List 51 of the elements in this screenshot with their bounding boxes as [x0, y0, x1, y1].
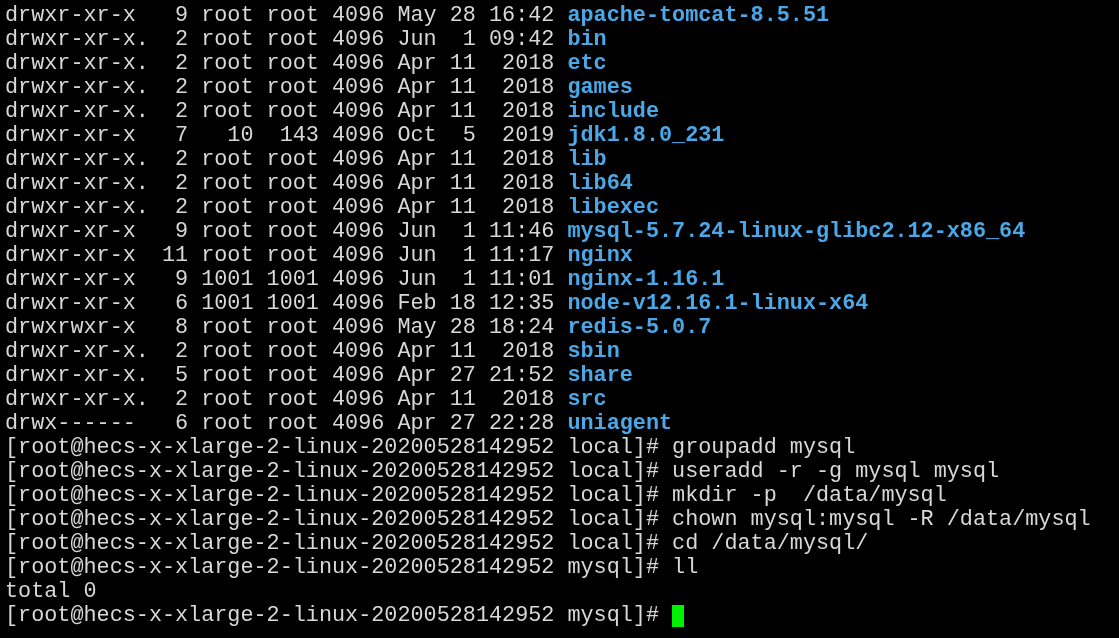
file-attributes: drwxr-xr-x. 2 root root 4096 Apr 11 2018	[5, 76, 555, 100]
file-attributes: drwxr-xr-x. 2 root root 4096 Apr 11 2018	[5, 388, 555, 412]
file-attributes: drwxr-xr-x. 2 root root 4096 Apr 11 2018	[5, 340, 555, 364]
directory-name: apache-tomcat-8.5.51	[567, 4, 830, 28]
directory-name: include	[567, 100, 659, 124]
file-attributes: drwxr-xr-x 11 root root 4096 Jun 1 11:17	[5, 244, 555, 268]
directory-name: uniagent	[567, 412, 673, 436]
directory-name: libexec	[567, 196, 659, 220]
directory-name: lib	[567, 148, 607, 172]
file-attributes: drwxr-xr-x. 2 root root 4096 Apr 11 2018	[5, 148, 555, 172]
file-attributes: drwxr-xr-x 9 1001 1001 4096 Jun 1 11:01	[5, 268, 555, 292]
directory-name: jdk1.8.0_231	[567, 124, 725, 148]
file-attributes: drwxr-xr-x 9 root root 4096 May 28 16:42	[5, 4, 555, 28]
file-attributes: drwxr-xr-x 9 root root 4096 Jun 1 11:46	[5, 220, 555, 244]
shell-prompt: [root@hecs-x-xlarge-2-linux-20200528142952 local]#	[5, 460, 659, 484]
command-text: ll	[672, 556, 699, 580]
directory-name: share	[567, 364, 633, 388]
file-attributes: drwxr-xr-x 7 10 143 4096 Oct 5 2019	[5, 124, 555, 148]
directory-name: nginx-1.16.1	[567, 268, 725, 292]
shell-prompt: [root@hecs-x-xlarge-2-linux-20200528142952 mysql]#	[5, 556, 659, 580]
file-attributes: drwxrwxr-x 8 root root 4096 May 28 18:24	[5, 316, 555, 340]
shell-prompt: [root@hecs-x-xlarge-2-linux-20200528142952 local]#	[5, 436, 659, 460]
file-attributes: drwxr-xr-x. 2 root root 4096 Apr 11 2018	[5, 196, 555, 220]
directory-name: etc	[567, 52, 607, 76]
directory-name: games	[567, 76, 633, 100]
directory-name: lib64	[567, 172, 633, 196]
command-text: groupadd mysql	[672, 436, 856, 460]
file-attributes: drwxr-xr-x 6 1001 1001 4096 Feb 18 12:35	[5, 292, 555, 316]
command-text: useradd -r -g mysql mysql	[672, 460, 1000, 484]
directory-name: sbin	[567, 340, 620, 364]
directory-name: mysql-5.7.24-linux-glibc2.12-x86_64	[567, 220, 1026, 244]
command-text: chown mysql:mysql -R /data/mysql	[672, 508, 1091, 532]
command-text: cd /data/mysql/	[672, 532, 869, 556]
text-cursor	[672, 605, 685, 627]
directory-name: src	[567, 388, 607, 412]
directory-name: bin	[567, 28, 607, 52]
file-attributes: drwx------ 6 root root 4096 Apr 27 22:28	[5, 412, 555, 436]
output-text: total 0	[5, 580, 97, 604]
shell-prompt: [root@hecs-x-xlarge-2-linux-20200528142952 local]#	[5, 532, 659, 556]
directory-name: node-v12.16.1-linux-x64	[567, 292, 869, 316]
directory-name: redis-5.0.7	[567, 316, 712, 340]
directory-name: nginx	[567, 244, 633, 268]
shell-prompt: [root@hecs-x-xlarge-2-linux-20200528142952 mysql]#	[5, 604, 659, 628]
shell-prompt: [root@hecs-x-xlarge-2-linux-20200528142952 local]#	[5, 508, 659, 532]
file-attributes: drwxr-xr-x. 2 root root 4096 Jun 1 09:42	[5, 28, 555, 52]
command-text: mkdir -p /data/mysql	[672, 484, 947, 508]
shell-prompt: [root@hecs-x-xlarge-2-linux-20200528142952 local]#	[5, 484, 659, 508]
file-attributes: drwxr-xr-x. 2 root root 4096 Apr 11 2018	[5, 52, 555, 76]
file-attributes: drwxr-xr-x. 2 root root 4096 Apr 11 2018	[5, 172, 555, 196]
file-attributes: drwxr-xr-x. 5 root root 4096 Apr 27 21:52	[5, 364, 555, 388]
file-attributes: drwxr-xr-x. 2 root root 4096 Apr 11 2018	[5, 100, 555, 124]
